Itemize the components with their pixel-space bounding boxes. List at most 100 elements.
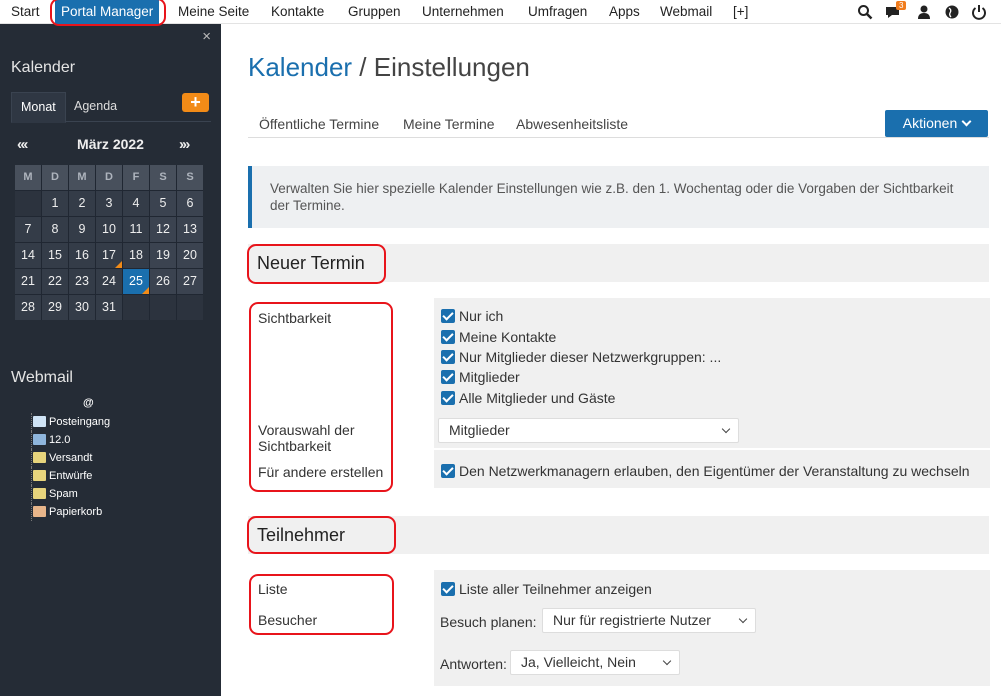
user-icon[interactable]	[916, 4, 932, 20]
calendar-day-15[interactable]: 15	[42, 243, 68, 268]
webmail-folder-entw-rfe[interactable]: Entwürfe	[31, 467, 110, 485]
checkbox-my-contacts[interactable]: Meine Kontakte	[441, 329, 556, 345]
actions-button[interactable]: Aktionen	[885, 110, 988, 137]
chevron-down-icon	[721, 424, 731, 434]
calendar-day-4[interactable]: 4	[123, 191, 149, 216]
checkbox-all-members-guests[interactable]: Alle Mitglieder und Gäste	[441, 390, 615, 406]
select-value: Nur für registrierte Nutzer	[553, 612, 711, 628]
calendar-day-6[interactable]: 6	[177, 191, 203, 216]
calendar-day-31[interactable]: 31	[96, 295, 122, 320]
select-value: Ja, Vielleicht, Nein	[521, 654, 636, 670]
checkbox-members[interactable]: Mitglieder	[441, 369, 520, 385]
checkbox-checked-icon	[441, 391, 455, 405]
weekday-header: D	[42, 165, 68, 190]
spam-icon	[33, 488, 46, 499]
calendar-day-20[interactable]: 20	[177, 243, 203, 268]
calendar-day-2[interactable]: 2	[69, 191, 95, 216]
tab-my-events[interactable]: Meine Termine	[403, 116, 495, 132]
calendar-view-tabs: Öffentliche Termine Meine Termine Abwese…	[248, 112, 989, 138]
webmail-folder-posteingang[interactable]: Posteingang	[31, 413, 110, 431]
title-calendar-link[interactable]: Kalender	[248, 52, 352, 82]
sidebar: × Kalender Monat Agenda + «‹ März 2022 ›…	[0, 24, 221, 696]
answers-select[interactable]: Ja, Vielleicht, Nein	[510, 650, 680, 675]
weekday-header: M	[15, 165, 41, 190]
calendar-empty-cell	[15, 191, 41, 216]
calendar-day-11[interactable]: 11	[123, 217, 149, 242]
nav-more[interactable]: [+]	[733, 0, 748, 24]
tab-absence-list[interactable]: Abwesenheitsliste	[516, 116, 628, 132]
nav-meine-seite[interactable]: Meine Seite	[178, 0, 249, 24]
calendar-day-24[interactable]: 24	[96, 269, 122, 294]
calendar-day-18[interactable]: 18	[123, 243, 149, 268]
label-preselect-visibility: Vorauswahl der Sichtbarkeit	[258, 422, 355, 454]
calendar-day-23[interactable]: 23	[69, 269, 95, 294]
nav-webmail[interactable]: Webmail	[660, 0, 712, 24]
search-icon[interactable]	[857, 4, 873, 20]
calendar-day-29[interactable]: 29	[42, 295, 68, 320]
add-event-button[interactable]: +	[182, 93, 209, 112]
weekday-header: D	[96, 165, 122, 190]
tab-agenda[interactable]: Agenda	[65, 92, 126, 123]
nav-kontakte[interactable]: Kontakte	[271, 0, 324, 24]
close-icon[interactable]: ×	[202, 28, 211, 45]
checkbox-only-me[interactable]: Nur ich	[441, 308, 503, 324]
calendar-day-12[interactable]: 12	[150, 217, 176, 242]
label-list: Liste	[258, 581, 288, 597]
nav-apps[interactable]: Apps	[609, 0, 640, 24]
calendar-day-22[interactable]: 22	[42, 269, 68, 294]
webmail-folder-versandt[interactable]: Versandt	[31, 449, 110, 467]
webmail-folder-papierkorb[interactable]: Papierkorb	[31, 503, 110, 521]
notification-badge: 3	[896, 1, 907, 10]
calendar-day-16[interactable]: 16	[69, 243, 95, 268]
nav-umfragen[interactable]: Umfragen	[528, 0, 587, 24]
webmail-folder-label: Posteingang	[49, 416, 111, 428]
inbox-icon	[33, 416, 46, 427]
visit-plan-select[interactable]: Nur für registrierte Nutzer	[542, 608, 756, 633]
calendar-day-5[interactable]: 5	[150, 191, 176, 216]
actions-label: Aktionen	[902, 115, 958, 131]
calendar-day-7[interactable]: 7	[15, 217, 41, 242]
weekday-header: S	[177, 165, 203, 190]
calendar-tabs: Monat Agenda	[11, 92, 211, 123]
info-text: Verwalten Sie hier spezielle Kalender Ei…	[270, 181, 954, 213]
chevron-down-icon	[738, 614, 748, 624]
webmail-folder-label: Spam	[49, 488, 78, 500]
tab-public-events[interactable]: Öffentliche Termine	[259, 116, 379, 132]
calendar-day-21[interactable]: 21	[15, 269, 41, 294]
calendar-day-9[interactable]: 9	[69, 217, 95, 242]
globe-icon[interactable]	[944, 4, 960, 20]
calendar-day-26[interactable]: 26	[150, 269, 176, 294]
calendar-day-28[interactable]: 28	[15, 295, 41, 320]
calendar-day-10[interactable]: 10	[96, 217, 122, 242]
calendar-day-8[interactable]: 8	[42, 217, 68, 242]
tab-month[interactable]: Monat	[11, 92, 66, 123]
nav-start[interactable]: Start	[11, 0, 40, 24]
calendar-day-17[interactable]: 17	[96, 243, 122, 268]
checkbox-network-groups[interactable]: Nur Mitglieder dieser Netzwerkgruppen: .…	[441, 349, 721, 365]
checkbox-show-participants[interactable]: Liste aller Teilnehmer anzeigen	[441, 581, 652, 597]
nav-portal-manager[interactable]: Portal Manager	[55, 0, 160, 24]
next-month-button[interactable]: ›»	[179, 136, 190, 153]
checkbox-allow-owner-change[interactable]: Den Netzwerkmanagern erlauben, den Eigen…	[441, 463, 970, 479]
calendar-day-27[interactable]: 27	[177, 269, 203, 294]
calendar-day-13[interactable]: 13	[177, 217, 203, 242]
calendar-day-14[interactable]: 14	[15, 243, 41, 268]
checkbox-label: Alle Mitglieder und Gäste	[459, 390, 616, 406]
webmail-folder-12-0[interactable]: 12.0	[31, 431, 110, 449]
preselect-visibility-select[interactable]: Mitglieder	[438, 418, 739, 443]
chevron-down-icon	[662, 656, 672, 666]
calendar-day-30[interactable]: 30	[69, 295, 95, 320]
nav-gruppen[interactable]: Gruppen	[348, 0, 401, 24]
create-for-others-panel: Den Netzwerkmanagern erlauben, den Eigen…	[434, 450, 990, 488]
calendar-day-25[interactable]: 25	[123, 269, 149, 294]
webmail-account[interactable]: @	[83, 397, 94, 409]
calendar-day-3[interactable]: 3	[96, 191, 122, 216]
webmail-folder-spam[interactable]: Spam	[31, 485, 110, 503]
power-icon[interactable]	[971, 4, 987, 20]
checkbox-checked-icon	[441, 350, 455, 364]
title-settings: Einstellungen	[373, 52, 530, 82]
calendar-day-1[interactable]: 1	[42, 191, 68, 216]
weekday-header: F	[123, 165, 149, 190]
nav-unternehmen[interactable]: Unternehmen	[422, 0, 504, 24]
calendar-day-19[interactable]: 19	[150, 243, 176, 268]
